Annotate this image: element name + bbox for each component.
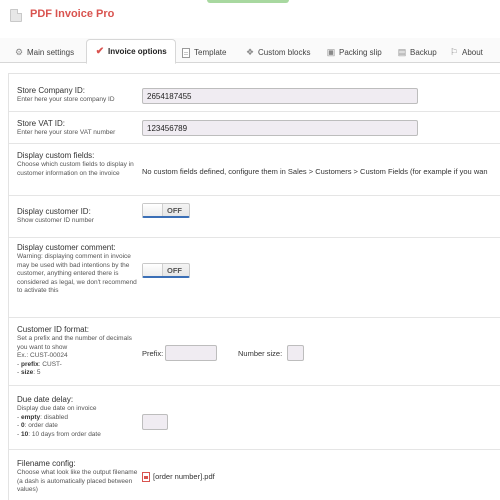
vat-id-input[interactable]: 123456789 xyxy=(142,120,418,136)
setting-row-custom-fields: Display custom fields: Choose which cust… xyxy=(9,144,500,196)
tab-template[interactable]: Template xyxy=(181,42,226,63)
customer-id-label: Display customer ID: xyxy=(17,207,91,216)
customer-id-toggle[interactable]: OFF xyxy=(142,203,190,218)
pdf-document-icon xyxy=(10,9,22,22)
info-icon: ⚐ xyxy=(449,47,459,57)
customer-comment-help: Warning: displaying comment in invoice m… xyxy=(17,253,137,294)
setting-row-vat-id: Store VAT ID: Enter here your store VAT … xyxy=(9,112,500,144)
puzzle-icon: ❖ xyxy=(245,47,255,57)
company-id-label: Store Company ID: xyxy=(17,86,86,95)
checkmark-icon: ✔ xyxy=(95,46,105,57)
tab-label: Custom blocks xyxy=(258,48,311,57)
backup-icon: ▤ xyxy=(397,47,407,57)
customer-id-format-help: Set a prefix and the number of decimals … xyxy=(17,335,139,378)
help-line: Display due date on invoice xyxy=(17,405,97,412)
settings-panel: Store Company ID: Enter here your store … xyxy=(8,73,500,500)
prefix-input[interactable] xyxy=(165,345,217,361)
customer-comment-label: Display customer comment: xyxy=(17,243,116,252)
top-accent-bar xyxy=(207,0,289,3)
app-title: PDF Invoice Pro xyxy=(30,8,115,20)
tab-label: Template xyxy=(194,48,227,57)
custom-fields-help: Choose which custom fields to display in… xyxy=(17,161,134,177)
toggle-state: OFF xyxy=(167,206,182,215)
toggle-knob xyxy=(143,264,163,276)
setting-row-customer-comment: Display customer comment: Warning: displ… xyxy=(9,238,500,318)
tab-packing-slip[interactable]: ▣ Packing slip xyxy=(326,42,382,63)
tab-about[interactable]: ⚐ About xyxy=(449,42,483,63)
tab-label: Invoice options xyxy=(108,47,167,56)
custom-fields-message: No custom fields defined, configure them… xyxy=(142,167,488,176)
due-date-input[interactable] xyxy=(142,414,168,430)
tab-label: Main settings xyxy=(27,48,75,57)
help-line: Set a prefix and the number of decimals … xyxy=(17,335,132,351)
help-ten: - 10: 10 days from order date xyxy=(17,430,101,438)
company-id-input[interactable]: 2654187455 xyxy=(142,88,418,104)
setting-row-customer-id-format: Customer ID format: Set a prefix and the… xyxy=(9,318,500,386)
customer-comment-toggle[interactable]: OFF xyxy=(142,263,190,278)
toggle-state: OFF xyxy=(167,266,182,275)
gear-icon: ⚙ xyxy=(14,47,24,57)
number-size-input[interactable] xyxy=(287,345,304,361)
tab-label: About xyxy=(462,48,483,57)
setting-row-filename: Filename config: Choose what look like t… xyxy=(9,450,500,500)
filename-help: Choose what look like the output filenam… xyxy=(17,469,138,493)
toggle-knob xyxy=(143,204,163,216)
tab-backup[interactable]: ▤ Backup xyxy=(397,42,437,63)
filename-value[interactable]: [order number].pdf xyxy=(153,472,215,481)
help-zero: - 0: order date xyxy=(17,422,58,429)
setting-row-due-date: Due date delay: Display due date on invo… xyxy=(9,386,500,450)
number-size-label: Number size: xyxy=(238,349,283,358)
filename-label: Filename config: xyxy=(17,459,76,468)
help-size: - size: 5 xyxy=(17,369,41,376)
setting-row-company-id: Store Company ID: Enter here your store … xyxy=(9,74,500,112)
company-id-help: Enter here your store company ID xyxy=(17,96,115,103)
customer-id-help: Show customer ID number xyxy=(17,217,94,224)
tab-invoice-options[interactable]: ✔ Invoice options xyxy=(86,39,176,64)
box-icon: ▣ xyxy=(326,47,336,57)
setting-row-customer-id: Display customer ID: Show customer ID nu… xyxy=(9,196,500,238)
tab-main-settings[interactable]: ⚙ Main settings xyxy=(14,42,74,63)
customer-id-format-label: Customer ID format: xyxy=(17,325,90,334)
app-header: PDF Invoice Pro xyxy=(0,0,500,34)
vat-id-help: Enter here your store VAT number xyxy=(17,129,116,136)
prefix-label: Prefix: xyxy=(142,349,164,358)
pdf-file-icon xyxy=(142,472,150,482)
due-date-label: Due date delay: xyxy=(17,395,74,404)
help-prefix: - prefix: CUST- xyxy=(17,360,62,368)
custom-fields-label: Display custom fields: xyxy=(17,151,95,160)
due-date-help: Display due date on invoice - empty: dis… xyxy=(17,405,139,439)
document-icon xyxy=(181,47,191,58)
help-example: Ex.: CUST-00024 xyxy=(17,352,68,359)
tab-label: Backup xyxy=(410,48,437,57)
tab-label: Packing slip xyxy=(339,48,382,57)
tab-bar: ⚙ Main settings ✔ Invoice options Templa… xyxy=(0,38,500,64)
tab-custom-blocks[interactable]: ❖ Custom blocks xyxy=(245,42,311,63)
vat-id-label: Store VAT ID: xyxy=(17,119,66,128)
help-empty: - empty: disabled xyxy=(17,413,68,421)
